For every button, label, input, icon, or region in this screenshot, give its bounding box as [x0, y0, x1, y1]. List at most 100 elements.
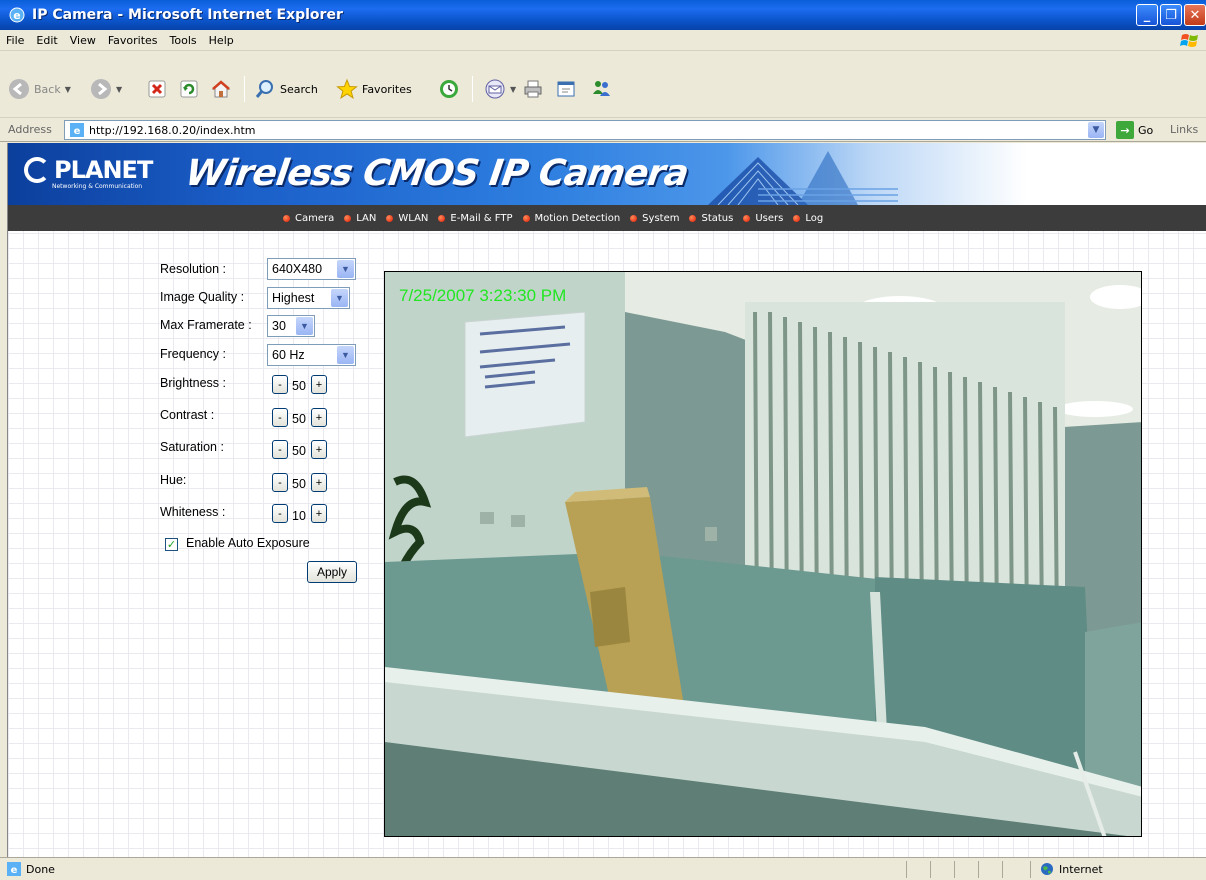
contrast-label: Contrast :: [160, 408, 215, 422]
status-divider: [906, 861, 907, 878]
status-divider: [978, 861, 979, 878]
chevron-down-icon: ▼: [337, 346, 354, 364]
chevron-down-icon: ▼: [337, 260, 354, 278]
toolbar-separator: [472, 76, 473, 102]
search-button[interactable]: Search: [254, 75, 318, 103]
svg-text:e: e: [13, 9, 20, 22]
saturation-label: Saturation :: [160, 440, 224, 454]
search-icon: [255, 80, 273, 98]
hue-label: Hue:: [160, 473, 187, 487]
globe-icon: [1041, 863, 1053, 875]
image-quality-select[interactable]: Highest ▼: [267, 287, 350, 309]
close-button[interactable]: ✕: [1184, 4, 1206, 26]
camera-timestamp: 7/25/2007 3:23:30 PM: [399, 286, 567, 305]
max-framerate-select[interactable]: 30 ▼: [267, 315, 315, 337]
status-done: e Done: [6, 861, 55, 877]
windows-logo-icon: [1180, 34, 1198, 47]
forward-button[interactable]: ▼: [90, 75, 122, 103]
bullet-icon: [283, 214, 290, 222]
home-icon: [211, 80, 231, 98]
favorites-button[interactable]: Favorites: [336, 75, 412, 103]
saturation-value: 50: [292, 444, 306, 458]
bullet-icon: [793, 214, 801, 222]
contrast-minus-button[interactable]: -: [272, 408, 288, 427]
maximize-button[interactable]: ❐: [1160, 4, 1182, 26]
building-graphic-icon: [708, 151, 898, 205]
print-button[interactable]: [522, 75, 544, 103]
back-dropdown-icon[interactable]: ▼: [65, 85, 71, 94]
menu-favorites[interactable]: Favorites: [102, 34, 164, 47]
contrast-value: 50: [292, 412, 306, 426]
brightness-value: 50: [292, 379, 306, 393]
toolbar: Back ▼ ▼ Search Favorites ▼: [0, 52, 1206, 118]
mail-button[interactable]: ▼: [484, 75, 516, 103]
nav-camera[interactable]: Camera: [283, 213, 334, 224]
nav-users[interactable]: Users: [743, 213, 783, 224]
saturation-minus-button[interactable]: -: [272, 440, 288, 459]
bullet-icon: [522, 214, 530, 222]
home-button[interactable]: [210, 75, 232, 103]
address-url: http://192.168.0.20/index.htm: [89, 123, 256, 137]
address-bar: Address e http://192.168.0.20/index.htm …: [0, 118, 1206, 142]
checkmark-icon: ✓: [166, 538, 177, 551]
refresh-button[interactable]: [178, 75, 200, 103]
planet-logo: PLANET Networking & Communication: [24, 157, 153, 190]
go-button[interactable]: → Go: [1116, 121, 1153, 139]
forward-dropdown-icon[interactable]: ▼: [116, 85, 122, 94]
mail-icon: [485, 79, 505, 99]
menu-tools[interactable]: Tools: [164, 34, 203, 47]
mail-dropdown-icon[interactable]: ▼: [510, 85, 516, 94]
address-label: Address: [8, 123, 52, 136]
whiteness-plus-button[interactable]: +: [311, 504, 327, 523]
nav-lan[interactable]: LAN: [344, 213, 376, 224]
svg-text:e: e: [74, 126, 81, 137]
address-input[interactable]: e http://192.168.0.20/index.htm ▼: [64, 120, 1106, 140]
nav-motion-detection[interactable]: Motion Detection: [522, 213, 620, 224]
bullet-icon: [743, 214, 751, 222]
window-controls: _ ❐ ✕: [1136, 4, 1206, 26]
stop-button[interactable]: [146, 75, 168, 103]
history-button[interactable]: [438, 75, 460, 103]
nav-wlan[interactable]: WLAN: [386, 213, 428, 224]
nav-status[interactable]: Status: [689, 213, 733, 224]
brightness-plus-button[interactable]: +: [311, 375, 327, 394]
back-arrow-icon: [9, 79, 29, 99]
nav-log[interactable]: Log: [793, 213, 823, 224]
frequency-label: Frequency :: [160, 347, 227, 361]
back-button[interactable]: Back ▼: [8, 75, 71, 103]
hue-minus-button[interactable]: -: [272, 473, 288, 492]
links-button[interactable]: Links: [1170, 123, 1198, 136]
camera-image: [385, 272, 1141, 836]
bullet-icon: [438, 214, 446, 222]
contrast-plus-button[interactable]: +: [311, 408, 327, 427]
resolution-select[interactable]: 640X480 ▼: [267, 258, 356, 280]
banner-title: Wireless CMOS IP Camera: [183, 153, 691, 194]
page-icon: e: [70, 123, 84, 137]
messenger-button[interactable]: [590, 75, 612, 103]
menu-help[interactable]: Help: [203, 34, 240, 47]
bullet-icon: [689, 214, 697, 222]
menu-edit[interactable]: Edit: [30, 34, 63, 47]
menu-file[interactable]: File: [0, 34, 30, 47]
frequency-select[interactable]: 60 Hz ▼: [267, 344, 356, 366]
minimize-button[interactable]: _: [1136, 4, 1158, 26]
nav-system[interactable]: System: [630, 213, 679, 224]
saturation-plus-button[interactable]: +: [311, 440, 327, 459]
edit-button[interactable]: [556, 75, 578, 103]
status-divider: [1030, 861, 1031, 878]
auto-exposure-checkbox[interactable]: ✓: [165, 538, 178, 551]
bullet-icon: [630, 214, 638, 222]
hue-value: 50: [292, 477, 306, 491]
stop-icon: [148, 80, 166, 98]
address-dropdown-icon[interactable]: ▼: [1088, 122, 1104, 138]
toolbar-separator: [244, 76, 245, 102]
nav-email-ftp[interactable]: E-Mail & FTP: [438, 213, 513, 224]
chevron-down-icon: ▼: [331, 289, 348, 307]
window-title: IP Camera - Microsoft Internet Explorer: [32, 7, 343, 23]
edit-icon: [557, 81, 575, 97]
brightness-minus-button[interactable]: -: [272, 375, 288, 394]
hue-plus-button[interactable]: +: [311, 473, 327, 492]
menu-view[interactable]: View: [64, 34, 102, 47]
apply-button[interactable]: Apply: [307, 561, 357, 583]
whiteness-minus-button[interactable]: -: [272, 504, 288, 523]
